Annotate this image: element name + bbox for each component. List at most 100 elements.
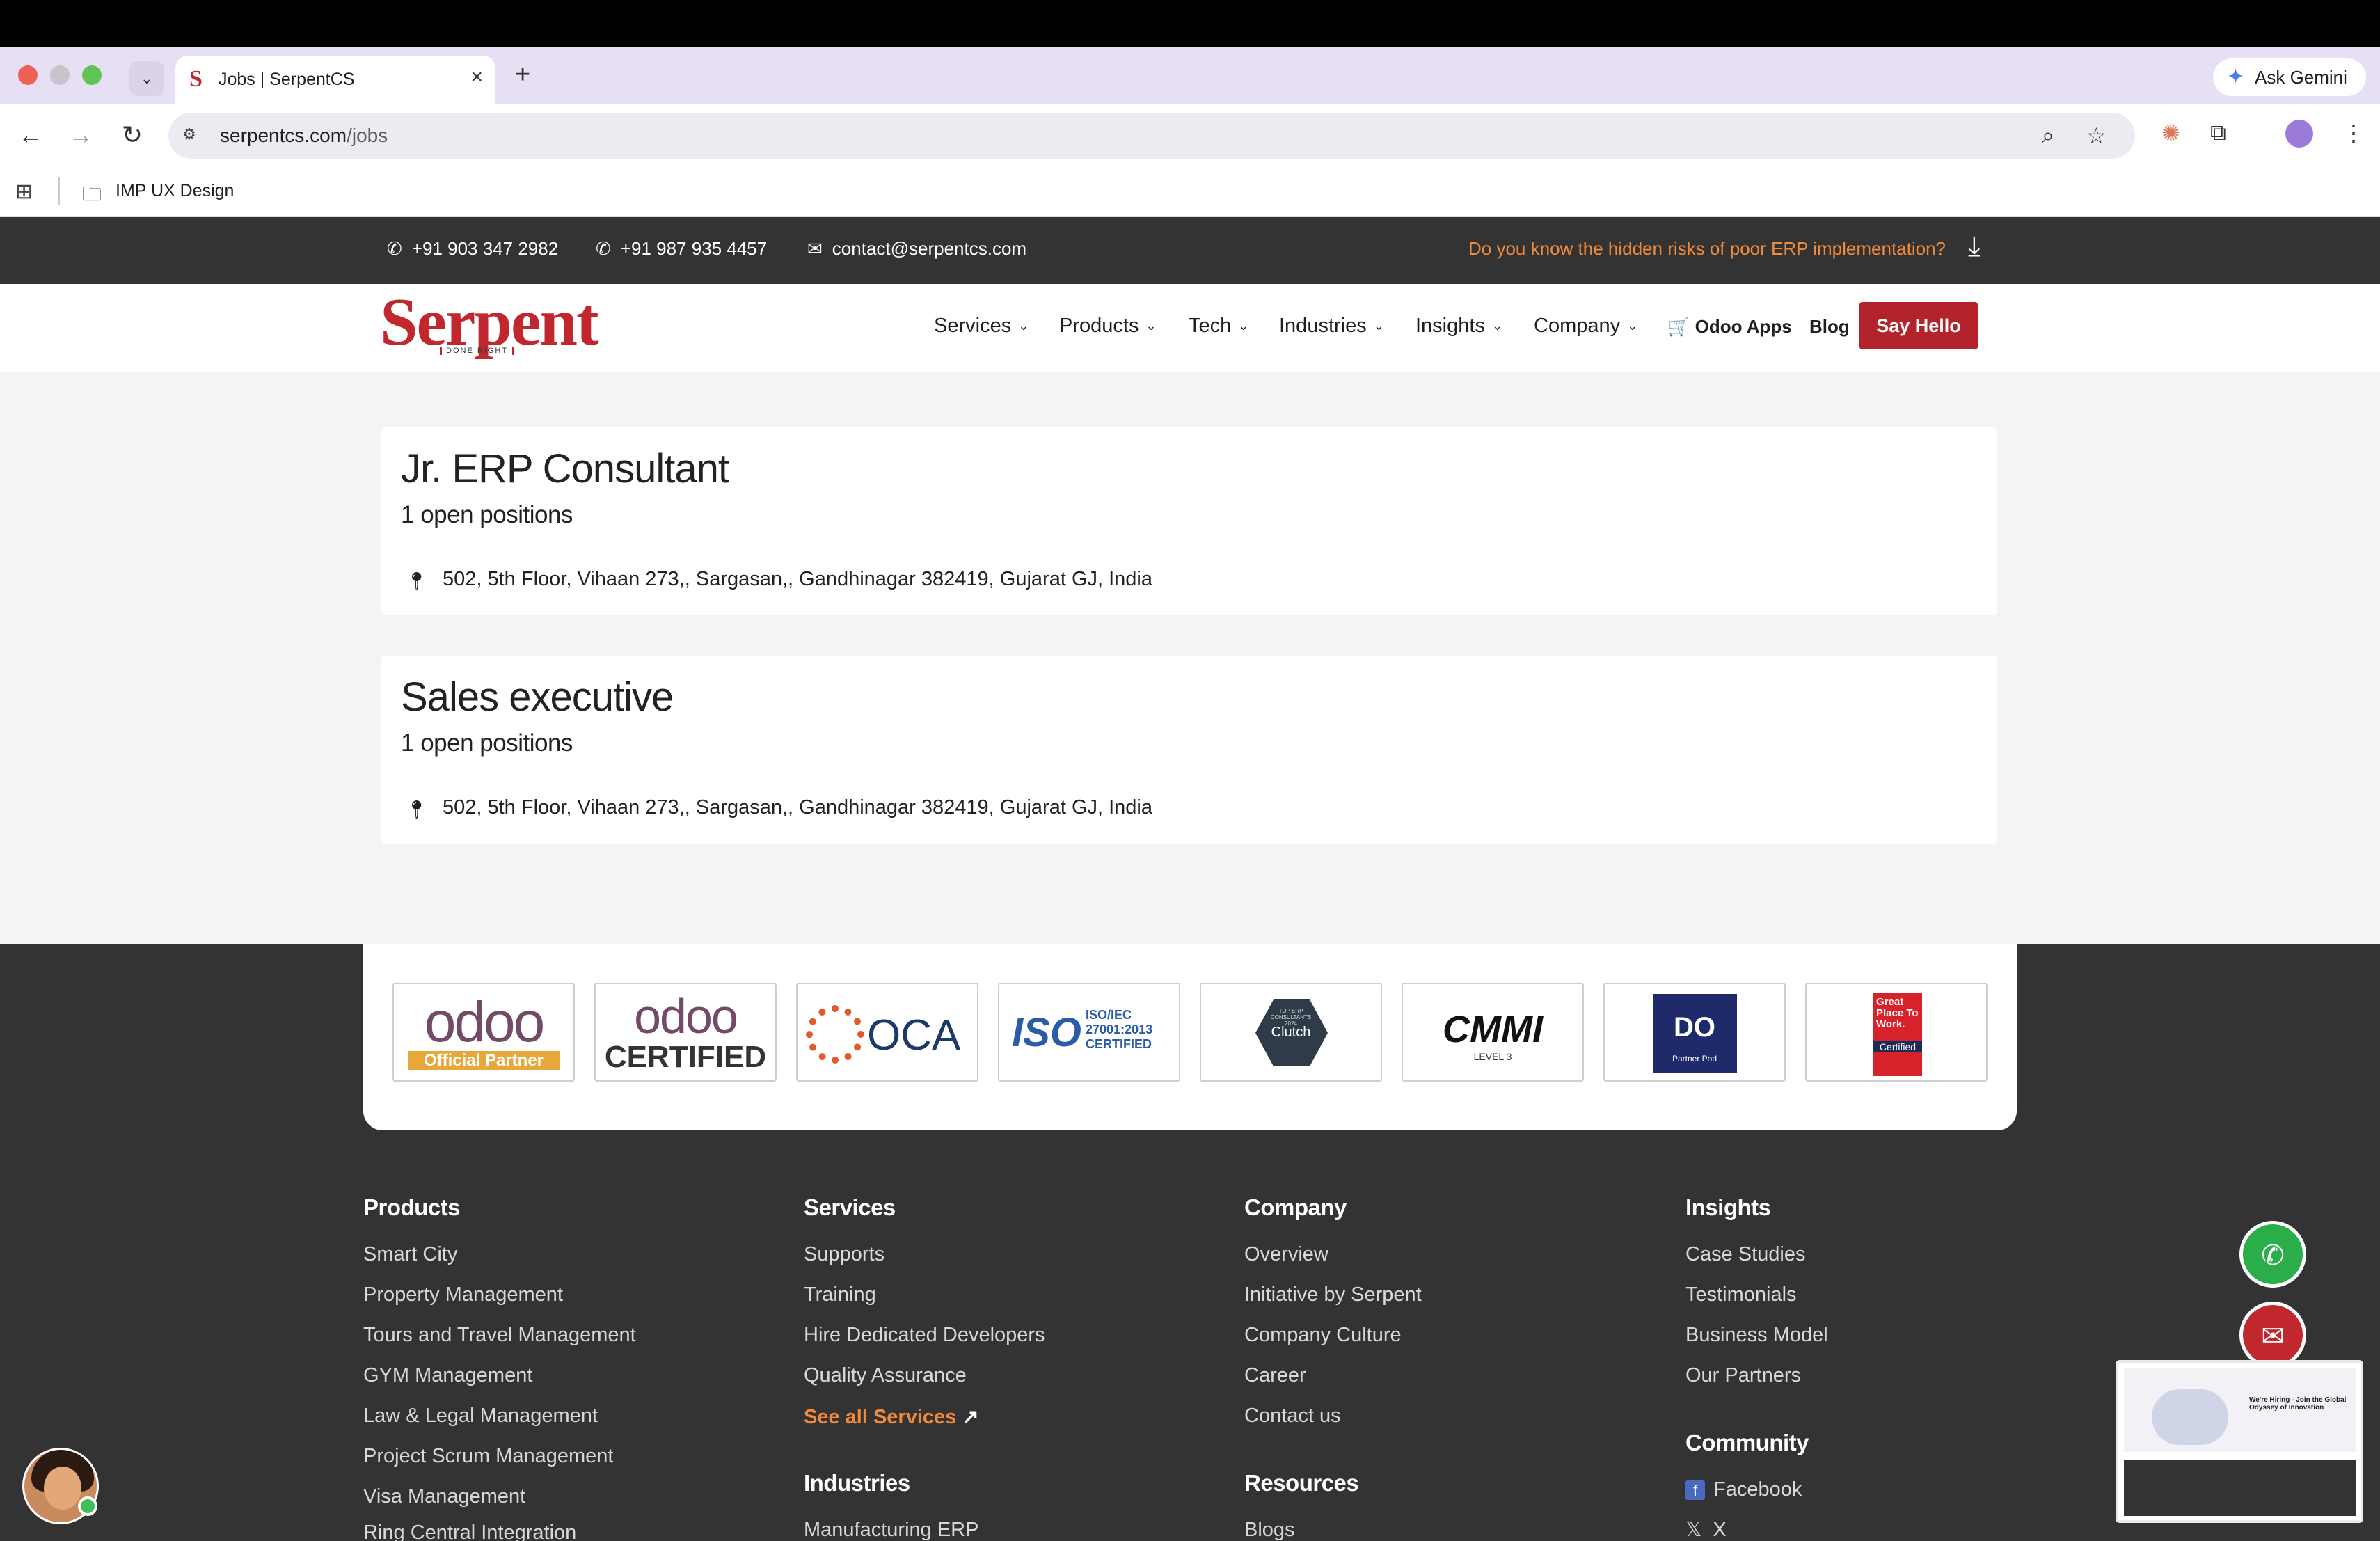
job-open-positions: 1 open positions [401, 729, 573, 757]
footer-link[interactable]: Smart City [363, 1243, 457, 1266]
footer-link[interactable]: Law & Legal Management [363, 1405, 598, 1428]
say-hello-button[interactable]: Say Hello [1859, 302, 1978, 349]
job-address: 502, 5th Floor, Vihaan 273,, Sargasan,, … [443, 568, 1152, 590]
extensions-puzzle-icon[interactable]: ⧉ [2210, 120, 2226, 146]
phone-icon: ✆ [596, 238, 611, 259]
footer-link[interactable]: Overview [1244, 1243, 1328, 1266]
footer-link[interactable]: Visa Management [363, 1485, 525, 1508]
profile-avatar-icon[interactable] [2285, 120, 2313, 148]
digitalocean-partner-badge: DO Partner Pod [1603, 983, 1786, 1082]
footer-link[interactable]: Initiative by Serpent [1244, 1283, 1422, 1306]
footer-link[interactable]: Quality Assurance [804, 1364, 967, 1387]
email-fab-button[interactable]: ✉ [2239, 1302, 2306, 1368]
chevron-down-icon: ⌄ [1627, 319, 1638, 333]
ask-gemini-label: Ask Gemini [2255, 67, 2347, 88]
zoom-icon[interactable]: ⌕ [2042, 123, 2054, 149]
facebook-icon: f [1685, 1480, 1705, 1500]
footer-link[interactable]: Case Studies [1685, 1243, 1806, 1266]
see-all-services-link[interactable]: See all Services ↗ [804, 1405, 979, 1429]
footer-community-heading: Community [1685, 1430, 1809, 1455]
whatsapp-button[interactable]: ✆ [2239, 1221, 2306, 1288]
footer-link[interactable]: GYM Management [363, 1364, 532, 1387]
chevron-down-icon: ⌄ [1373, 319, 1384, 333]
odoo-certified-badge: odoo CERTIFIED [594, 983, 777, 1082]
mail-icon: ✉ [2261, 1321, 2285, 1352]
phone-link-1[interactable]: ✆ +91 903 347 2982 [387, 238, 558, 260]
footer-link[interactable]: Hire Dedicated Developers [804, 1324, 1045, 1347]
online-status-dot [78, 1496, 97, 1516]
job-card[interactable]: Jr. ERP Consultant 1 open positions 📍︎ 5… [381, 427, 1997, 615]
contact-topbar: ✆ +91 903 347 2982 ✆ +91 987 935 4457 ✉ con… [0, 217, 2380, 284]
location-pin-icon: 📍︎ [405, 571, 429, 592]
phone-icon: ✆ [387, 238, 402, 259]
nav-blog[interactable]: Blog [1809, 316, 1850, 338]
erp-risks-promo-link[interactable]: Do you know the hidden risks of poor ERP… [1468, 238, 1946, 260]
footer-link[interactable]: Supports [804, 1243, 884, 1266]
address-bar[interactable]: ⚙ serpentcs.com/jobs ⌕ ☆ [168, 113, 2135, 159]
footer-link[interactable]: Training [804, 1283, 876, 1306]
nav-company[interactable]: Company ⌄ [1534, 315, 1637, 338]
tab-search-chevron-icon[interactable]: ⌄ [129, 61, 164, 96]
footer-link[interactable]: Our Partners [1685, 1364, 1801, 1387]
tab-close-icon[interactable]: × [470, 65, 483, 89]
window-minimize-button[interactable] [50, 65, 70, 85]
site-settings-icon[interactable]: ⚙ [182, 125, 203, 146]
bookmark-folder-imp-ux-design[interactable]: IMP UX Design [116, 181, 234, 201]
nav-services[interactable]: Services ⌄ [934, 315, 1029, 338]
location-pin-icon: 📍︎ [405, 799, 429, 820]
nav-industries[interactable]: Industries ⌄ [1279, 315, 1384, 338]
bookmarks-divider [58, 177, 60, 205]
preview-footer [2124, 1460, 2356, 1516]
footer-link[interactable]: Property Management [363, 1283, 563, 1306]
back-arrow-icon[interactable]: ← [13, 117, 49, 153]
screenshot-preview-thumbnail[interactable]: We're Hiring - Join the Global Odyssey o… [2116, 1360, 2363, 1523]
new-tab-button[interactable]: + [515, 60, 530, 90]
browser-menu-icon[interactable]: ⋮ [2342, 120, 2365, 146]
job-address: 502, 5th Floor, Vihaan 273,, Sargasan,, … [443, 796, 1152, 819]
external-arrow-icon: ↗ [962, 1406, 979, 1428]
phone-link-2[interactable]: ✆ +91 987 935 4457 [596, 238, 767, 260]
footer-link[interactable]: Ring Central Integration [363, 1522, 576, 1541]
browser-tab-active[interactable]: S Jobs | SerpentCS × [175, 56, 495, 104]
apps-grid-icon[interactable]: ⊞ [15, 180, 33, 204]
nav-tech[interactable]: Tech ⌄ [1189, 315, 1248, 338]
bookmark-star-icon[interactable]: ☆ [2086, 123, 2107, 149]
bookmarks-bar: ⊞ 🗀 IMP UX Design [0, 167, 2380, 217]
nav-products[interactable]: Products ⌄ [1059, 315, 1157, 338]
download-icon[interactable]: ⤓ [1968, 231, 1981, 262]
footer-link[interactable]: Company Culture [1244, 1324, 1402, 1347]
footer-link[interactable]: Tours and Travel Management [363, 1324, 636, 1347]
iso-27001-badge: ISO ISO/IEC 27001:2013 CERTIFIED [998, 983, 1180, 1082]
x-link[interactable]: 𝕏X [1685, 1517, 1727, 1541]
forward-arrow-icon[interactable]: → [63, 117, 99, 153]
footer-link[interactable]: Blogs [1244, 1519, 1295, 1541]
footer-link[interactable]: Testimonials [1685, 1283, 1797, 1306]
footer-link[interactable]: Project Scrum Management [363, 1445, 613, 1468]
nav-insights[interactable]: Insights ⌄ [1415, 315, 1502, 338]
folder-icon: 🗀 [82, 183, 102, 205]
chevron-down-icon: ⌄ [1491, 319, 1503, 333]
reload-icon[interactable]: ↻ [114, 117, 150, 153]
serpent-logo[interactable]: Serpent DONE RIGHT [380, 284, 599, 361]
window-maximize-button[interactable] [82, 65, 102, 85]
footer-services-heading: Services [804, 1194, 896, 1220]
preview-heading: We're Hiring - Join the Global Odyssey o… [2249, 1396, 2347, 1412]
gemini-sparkle-icon: ✦ [2227, 65, 2245, 88]
extension-claude-icon[interactable]: ✺ [2161, 120, 2180, 146]
footer-link[interactable]: Business Model [1685, 1324, 1828, 1347]
url-text[interactable]: serpentcs.com/jobs [220, 125, 388, 147]
whatsapp-icon: ✆ [2261, 1240, 2285, 1271]
window-close-button[interactable] [18, 65, 38, 85]
facebook-link[interactable]: f Facebook [1685, 1478, 1802, 1501]
footer-link[interactable]: Career [1244, 1364, 1306, 1387]
ask-gemini-button[interactable]: ✦ Ask Gemini [2213, 58, 2366, 96]
footer-link[interactable]: Contact us [1244, 1405, 1341, 1428]
email-link[interactable]: ✉ contact@serpentcs.com [807, 238, 1026, 260]
certification-badges-strip: odoo Official Partner odoo CERTIFIED OCA… [363, 944, 2017, 1130]
nav-odoo-apps[interactable]: 🛒 Odoo Apps [1667, 316, 1792, 338]
job-title[interactable]: Sales executive [401, 674, 674, 720]
job-card[interactable]: Sales executive 1 open positions 📍︎ 502,… [381, 656, 1997, 844]
job-title[interactable]: Jr. ERP Consultant [401, 445, 729, 492]
great-place-to-work-badge: Great Place To Work. Certified [1805, 983, 1988, 1082]
footer-link[interactable]: Manufacturing ERP [804, 1519, 978, 1541]
